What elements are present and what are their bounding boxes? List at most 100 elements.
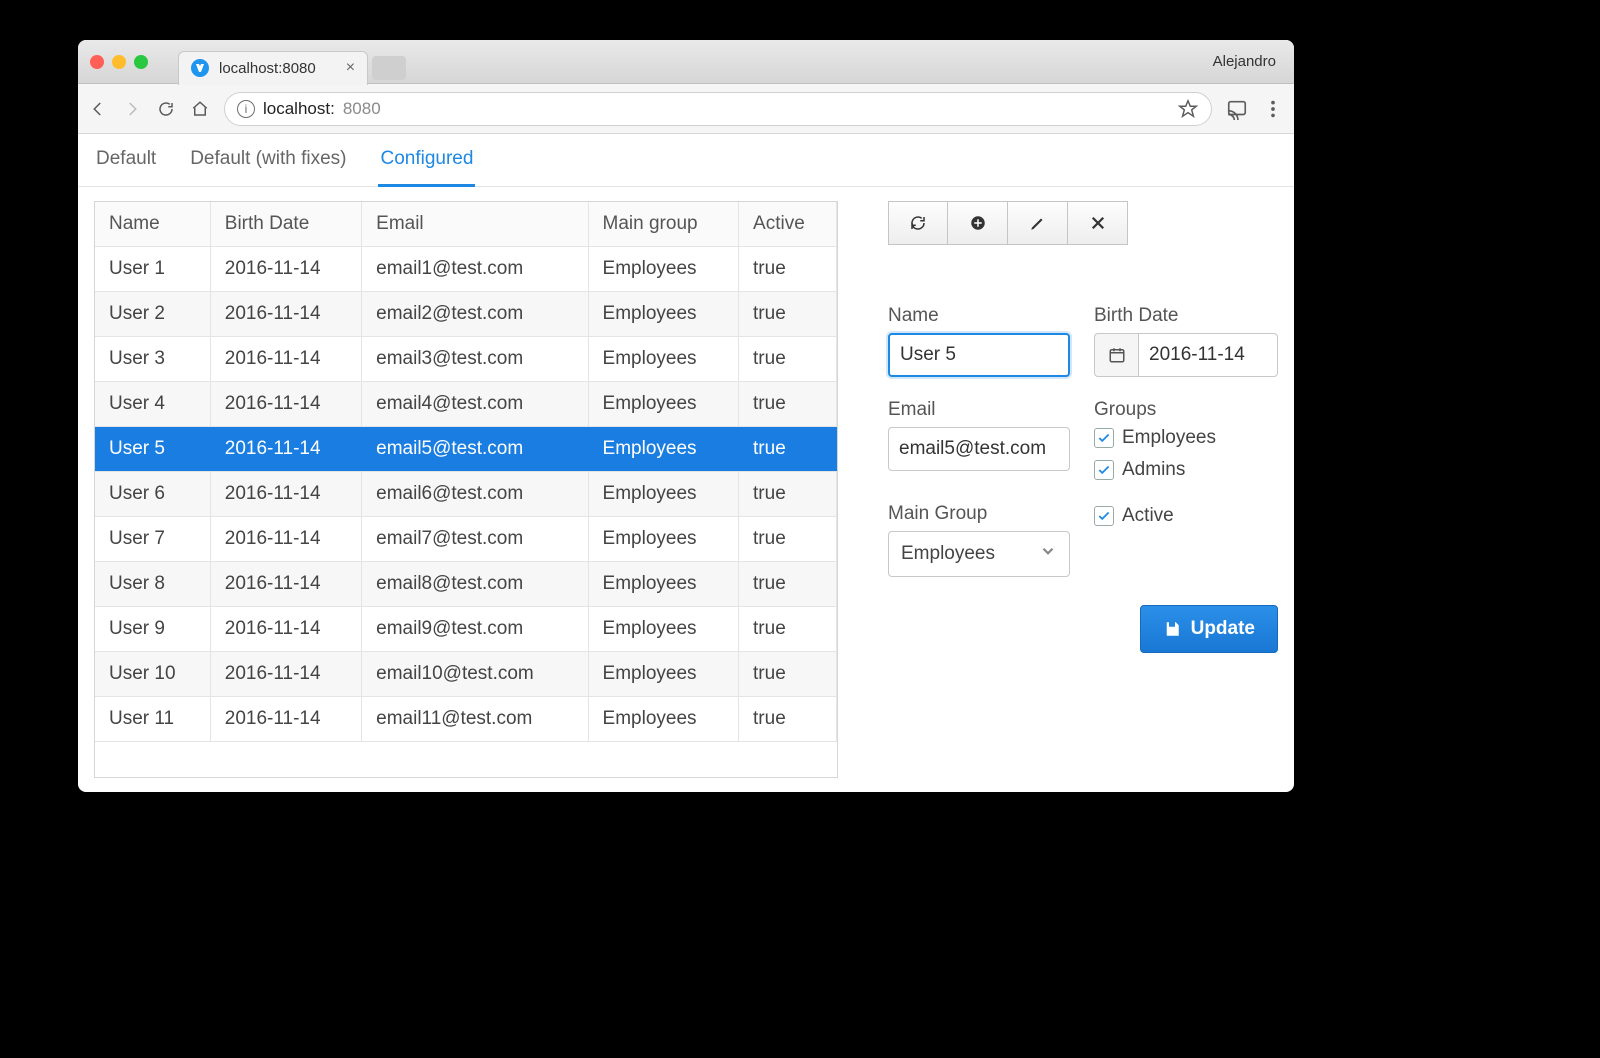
window-controls — [90, 55, 148, 69]
site-info-icon[interactable]: i — [237, 100, 255, 118]
cell-group: Employees — [588, 562, 738, 607]
home-icon[interactable] — [190, 99, 210, 119]
tab-configured[interactable]: Configured — [378, 148, 475, 187]
table-row[interactable]: User 22016-11-14email2@test.comEmployees… — [95, 292, 837, 337]
cell-birth: 2016-11-14 — [210, 472, 361, 517]
maximize-window-button[interactable] — [134, 55, 148, 69]
col-main-group[interactable]: Main group — [588, 202, 738, 247]
cell-name: User 1 — [95, 247, 210, 292]
tab-close-icon[interactable]: × — [346, 59, 355, 77]
checkbox-group-employees[interactable]: Employees — [1094, 427, 1278, 449]
profile-name[interactable]: Alejandro — [1213, 53, 1282, 70]
checkbox-group-admins[interactable]: Admins — [1094, 459, 1278, 481]
cell-active: true — [739, 562, 837, 607]
col-email[interactable]: Email — [362, 202, 588, 247]
cell-email: email3@test.com — [362, 337, 588, 382]
cell-name: User 10 — [95, 652, 210, 697]
table-row[interactable]: User 112016-11-14email11@test.comEmploye… — [95, 697, 837, 742]
cast-icon[interactable] — [1226, 98, 1248, 120]
tab-default[interactable]: Default — [94, 148, 158, 186]
cell-group: Employees — [588, 292, 738, 337]
input-name[interactable] — [888, 333, 1070, 377]
action-buttons — [888, 201, 1278, 245]
cell-email: email1@test.com — [362, 247, 588, 292]
table-row[interactable]: User 42016-11-14email4@test.comEmployees… — [95, 382, 837, 427]
label-active: Active — [1122, 505, 1174, 527]
col-active[interactable]: Active — [739, 202, 837, 247]
users-grid[interactable]: NameBirth DateEmailMain groupActive User… — [94, 201, 838, 778]
cell-birth: 2016-11-14 — [210, 607, 361, 652]
label-main-group: Main Group — [888, 503, 1070, 525]
cell-email: email4@test.com — [362, 382, 588, 427]
browser-window: localhost:8080 × Alejandro i localhost:8… — [78, 40, 1294, 792]
cell-group: Employees — [588, 427, 738, 472]
edit-button[interactable] — [1008, 201, 1068, 245]
field-active: Active — [1094, 503, 1278, 577]
back-icon[interactable] — [88, 99, 108, 119]
cell-name: User 11 — [95, 697, 210, 742]
cell-group: Employees — [588, 697, 738, 742]
cell-email: email5@test.com — [362, 427, 588, 472]
forward-icon — [122, 99, 142, 119]
close-window-button[interactable] — [90, 55, 104, 69]
tab-title: localhost:8080 — [219, 60, 316, 77]
cell-active: true — [739, 337, 837, 382]
select-main-group[interactable]: Employees — [888, 531, 1070, 577]
kebab-menu-icon[interactable] — [1262, 98, 1284, 120]
table-row[interactable]: User 102016-11-14email10@test.comEmploye… — [95, 652, 837, 697]
table-row[interactable]: User 32016-11-14email3@test.comEmployees… — [95, 337, 837, 382]
col-birth-date[interactable]: Birth Date — [210, 202, 361, 247]
table-row[interactable]: User 52016-11-14email5@test.comEmployees… — [95, 427, 837, 472]
field-groups: Groups Employees Admins — [1094, 399, 1278, 481]
cell-group: Employees — [588, 472, 738, 517]
reload-icon[interactable] — [156, 99, 176, 119]
cell-name: User 6 — [95, 472, 210, 517]
table-row[interactable]: User 62016-11-14email6@test.comEmployees… — [95, 472, 837, 517]
url-input[interactable]: i localhost:8080 — [224, 92, 1212, 126]
table-row[interactable]: User 12016-11-14email1@test.comEmployees… — [95, 247, 837, 292]
field-birth: Birth Date — [1094, 305, 1278, 377]
table-row[interactable]: User 92016-11-14email9@test.comEmployees… — [95, 607, 837, 652]
table-row[interactable]: User 72016-11-14email7@test.comEmployees… — [95, 517, 837, 562]
url-host: localhost: — [263, 99, 335, 119]
cell-email: email9@test.com — [362, 607, 588, 652]
cell-active: true — [739, 292, 837, 337]
new-tab-button[interactable] — [372, 56, 406, 80]
cell-birth: 2016-11-14 — [210, 427, 361, 472]
browser-tab[interactable]: localhost:8080 × — [178, 51, 368, 85]
cell-active: true — [739, 472, 837, 517]
table-row[interactable]: User 82016-11-14email8@test.comEmployees… — [95, 562, 837, 607]
cell-name: User 3 — [95, 337, 210, 382]
edit-form: Name Birth Date Email — [888, 305, 1278, 577]
minimize-window-button[interactable] — [112, 55, 126, 69]
cell-birth: 2016-11-14 — [210, 247, 361, 292]
cell-birth: 2016-11-14 — [210, 652, 361, 697]
input-email[interactable] — [888, 427, 1070, 471]
bookmark-star-icon[interactable] — [1177, 98, 1199, 120]
add-button[interactable] — [948, 201, 1008, 245]
checkbox-active[interactable]: Active — [1094, 505, 1278, 527]
calendar-icon[interactable] — [1094, 333, 1138, 377]
cell-active: true — [739, 697, 837, 742]
cell-email: email11@test.com — [362, 697, 588, 742]
field-name: Name — [888, 305, 1070, 377]
delete-button[interactable] — [1068, 201, 1128, 245]
select-value: Employees — [901, 543, 995, 565]
urlbar: i localhost:8080 — [78, 84, 1294, 134]
cell-group: Employees — [588, 517, 738, 562]
cell-group: Employees — [588, 382, 738, 427]
update-label: Update — [1191, 618, 1255, 640]
label-groups: Groups — [1094, 399, 1278, 421]
input-birth[interactable] — [1138, 333, 1278, 377]
cell-birth: 2016-11-14 — [210, 292, 361, 337]
vaadin-favicon-icon — [191, 59, 209, 77]
refresh-button[interactable] — [888, 201, 948, 245]
cell-name: User 9 — [95, 607, 210, 652]
chevron-down-icon — [1039, 542, 1057, 566]
detail-panel: Name Birth Date Email — [888, 201, 1278, 778]
update-button[interactable]: Update — [1140, 605, 1278, 653]
field-main-group: Main Group Employees — [888, 503, 1070, 577]
col-name[interactable]: Name — [95, 202, 210, 247]
cell-email: email7@test.com — [362, 517, 588, 562]
tab-default-fixes[interactable]: Default (with fixes) — [188, 148, 348, 186]
